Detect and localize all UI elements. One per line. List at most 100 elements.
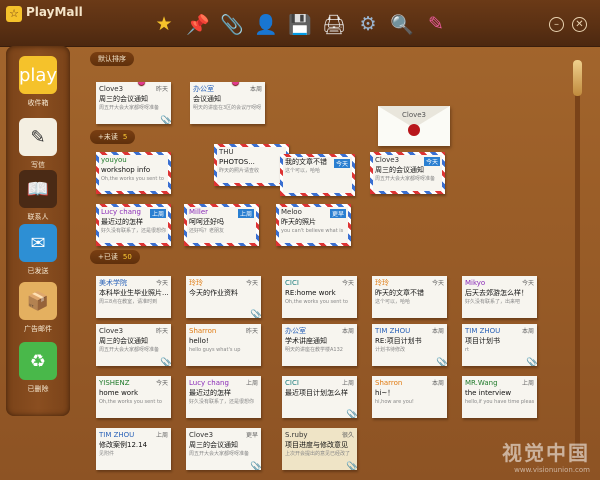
mail-card[interactable]: Clove3 昨天 周三的会议通知 周五开大会大家都呀呀准备 📎 — [96, 82, 171, 124]
mail-date: 上周 — [237, 209, 254, 218]
paperclip-icon: 📎 — [160, 357, 171, 366]
mail-subject: PHOTOS... — [219, 158, 255, 166]
mail-card[interactable]: Mikyo 今天 后天去郊游怎么样！ 好久没有联系了，出来吧 — [462, 276, 537, 318]
sidebar-item-label: 联系人 — [27, 213, 49, 221]
minimize-button[interactable]: – — [549, 17, 564, 32]
mail-card[interactable]: CICI 上周 最近项目计划怎么样 📎 — [282, 376, 357, 418]
mail-date: 上周 — [149, 209, 166, 218]
mail-preview: 上次开会提出的意见已经改了 — [285, 451, 351, 457]
scrollbar-thumb[interactable] — [573, 60, 582, 96]
toolbar: ★ 📌 📎 👤 💾 🖨 ⚙ 🔍 ✎ — [150, 10, 450, 38]
sidebar-item-label: 已删除 — [27, 385, 49, 393]
mail-card[interactable]: Clove3 昨天 周三的会议通知 周五开大会大家都呀呀准备 📎 — [96, 324, 171, 366]
read-count: 50 — [122, 253, 132, 261]
app-title: PlayMall — [26, 5, 83, 19]
pushpin-icon[interactable]: 📌 — [184, 10, 212, 38]
paperclip-icon: 📎 — [346, 461, 357, 470]
mail-card[interactable]: Sharron 昨天 hello! hello guys what's up — [186, 324, 261, 366]
watermark-url: www.visionunion.com — [514, 466, 590, 474]
mail-subject: 本科毕业生毕业照片... — [99, 289, 168, 297]
mail-preview: 周三8点在教室，请准时到 — [99, 299, 158, 305]
save-icon[interactable]: 💾 — [286, 10, 314, 38]
mail-subject: 后天去郊游怎么样！ — [465, 289, 528, 297]
ads-icon: 📦 — [19, 282, 57, 320]
mail-card[interactable]: 玲玲 今天 昨天的文章不错 这个可以，哈哈 — [372, 276, 447, 318]
mail-card[interactable]: Clove3 更早 周三的会议通知 周五开大会大家都呀呀准备 📎 — [186, 428, 261, 470]
mail-card[interactable]: 办公室 本周 会议通知 明天的讲座在3区的会议厅呀呀 — [190, 82, 265, 124]
user-icon[interactable]: 👤 — [252, 10, 280, 38]
mail-preview: 周五开大会大家都呀呀准备 — [189, 451, 250, 457]
sidebar-item-compose[interactable]: ✎ 写信 — [6, 118, 70, 170]
mail-subject: workshop info — [101, 166, 151, 174]
search-icon[interactable]: 🔍 — [388, 10, 416, 38]
mail-date: 昨天 — [155, 86, 168, 93]
mail-subject: 周三的会议通知 — [99, 337, 148, 345]
mail-card[interactable]: TIM ZHOU 本周 RE:项目计划书 计划书待修改 📎 — [372, 324, 447, 366]
print-icon[interactable]: 🖨 — [320, 10, 348, 38]
mail-preview: Oh,the works you sent to — [285, 299, 348, 305]
sort-button[interactable]: 默认排序 — [90, 52, 134, 66]
mail-card[interactable]: 美术学院 今天 本科毕业生毕业照片... 周三8点在教室，请准时到 — [96, 276, 171, 318]
mail-sender: THU — [219, 148, 234, 156]
scrollbar[interactable] — [573, 60, 582, 460]
mail-card[interactable]: TIM ZHOU 本周 项目计划书 rt 📎 — [462, 324, 537, 366]
mail-card[interactable]: THU PHOTOS... 昨天的照片请查收 — [214, 144, 289, 186]
mail-date: 今天 — [245, 280, 258, 287]
mail-card[interactable]: Meloo 更早 昨天的照片 you can't believe what is — [276, 204, 351, 246]
sidebar-item-ads[interactable]: 📦 广告邮件 — [6, 282, 70, 334]
mail-card[interactable]: MR.Wang 上周 the interview hello,if you have … — [462, 376, 537, 418]
sidebar-item-label: 已发送 — [27, 267, 49, 275]
sidebar-item-contacts[interactable]: 📖 联系人 — [6, 170, 70, 222]
paperclip-icon: 📎 — [346, 409, 357, 418]
mail-card[interactable]: youyou workshop info Oh,the works you sent… — [96, 152, 171, 194]
mail-card[interactable]: 今天 我的文章不错 这个可以，哈哈 — [280, 154, 355, 196]
sidebar-item-label: 广告邮件 — [24, 325, 52, 333]
mail-card[interactable]: TIM ZHOU 上周 修改案例12.14 见附件 — [96, 428, 171, 470]
mail-card[interactable]: CICI 今天 RE:home work Oh,the works you sent … — [282, 276, 357, 318]
close-button[interactable]: ✕ — [572, 17, 587, 32]
mail-card[interactable]: YISHENZ 今天 home work Oh,the works you sent … — [96, 376, 171, 418]
mail-preview: 周五开大会大家都呀呀准备 — [99, 347, 160, 353]
star-icon[interactable]: ★ — [150, 10, 178, 38]
mail-card[interactable]: Miller 上周 呵呵还好吗 还好吗？老朋友 — [184, 204, 259, 246]
mail-date: 很久 — [341, 432, 354, 439]
sidebar-item-deleted[interactable]: ♻ 已删除 — [6, 342, 70, 394]
watermark: 视觉中国 www.visionunion.com — [502, 437, 590, 474]
mail-card[interactable]: Lucy chang 上周 最近过的怎样 好久没有联系了，还是很想你 — [96, 204, 171, 246]
sidebar-item-sent[interactable]: ✉ 已发送 — [6, 224, 70, 276]
gear-icon[interactable]: ⚙ — [354, 10, 382, 38]
sent-icon: ✉ — [19, 224, 57, 262]
mail-card[interactable]: S.ruby 很久 项目进度与修改意见 上次开会提出的意见已经改了 📎 — [282, 428, 357, 470]
mail-date: 昨天 — [245, 328, 258, 335]
mail-card[interactable]: Lucy chang 上周 最近过的怎样 好久没有联系了，还是很想你 — [186, 376, 261, 418]
mail-preview: 周五开大会大家都呀呀准备 — [99, 105, 160, 111]
mail-preview: 好久没有联系了，还是很想你 — [101, 228, 166, 234]
watermark-title: 视觉中国 — [502, 441, 590, 465]
mail-subject: 会议通知 — [193, 95, 221, 103]
mail-subject: 项目计划书 — [465, 337, 500, 345]
envelope-mail[interactable]: Clove3 — [378, 106, 450, 146]
mail-card[interactable]: Sharron 本周 hi~！ hi,how are you! — [372, 376, 447, 418]
mail-subject: the interview — [465, 389, 512, 397]
mail-subject: 周三的会议通知 — [189, 441, 238, 449]
mail-date: 本周 — [249, 86, 262, 93]
read-section-header[interactable]: +已读 50 — [90, 250, 140, 264]
mail-subject: 昨天的文章不错 — [375, 289, 424, 297]
mail-subject: 学术讲座通知 — [285, 337, 327, 345]
mail-preview: 还好吗？老朋友 — [189, 228, 225, 234]
mail-preview: 这个可以，哈哈 — [285, 168, 321, 174]
mail-date: 本周 — [431, 328, 444, 335]
mail-date: 更早 — [329, 209, 346, 218]
mail-subject: RE:home work — [285, 289, 336, 297]
mail-card[interactable]: 玲玲 今天 今天的作业资料 📎 — [186, 276, 261, 318]
sort-label: 默认排序 — [98, 55, 126, 63]
sidebar-item-inbox[interactable]: play 收件箱 — [6, 56, 70, 108]
unread-label: +未读 — [98, 133, 118, 141]
paperclip-icon[interactable]: 📎 — [218, 10, 246, 38]
unread-section-header[interactable]: +未读 5 — [90, 130, 136, 144]
inbox-icon: play — [19, 56, 57, 94]
mail-card[interactable]: 办公室 本周 学术讲座通知 明天的讲座在教学楼A132 — [282, 324, 357, 366]
edit-icon[interactable]: ✎ — [422, 10, 450, 38]
mail-preview: 明天的讲座在3区的会议厅呀呀 — [193, 105, 262, 111]
mail-card[interactable]: Clove3 今天 周三的会议通知 周五开大会大家都呀呀准备 — [370, 152, 445, 194]
